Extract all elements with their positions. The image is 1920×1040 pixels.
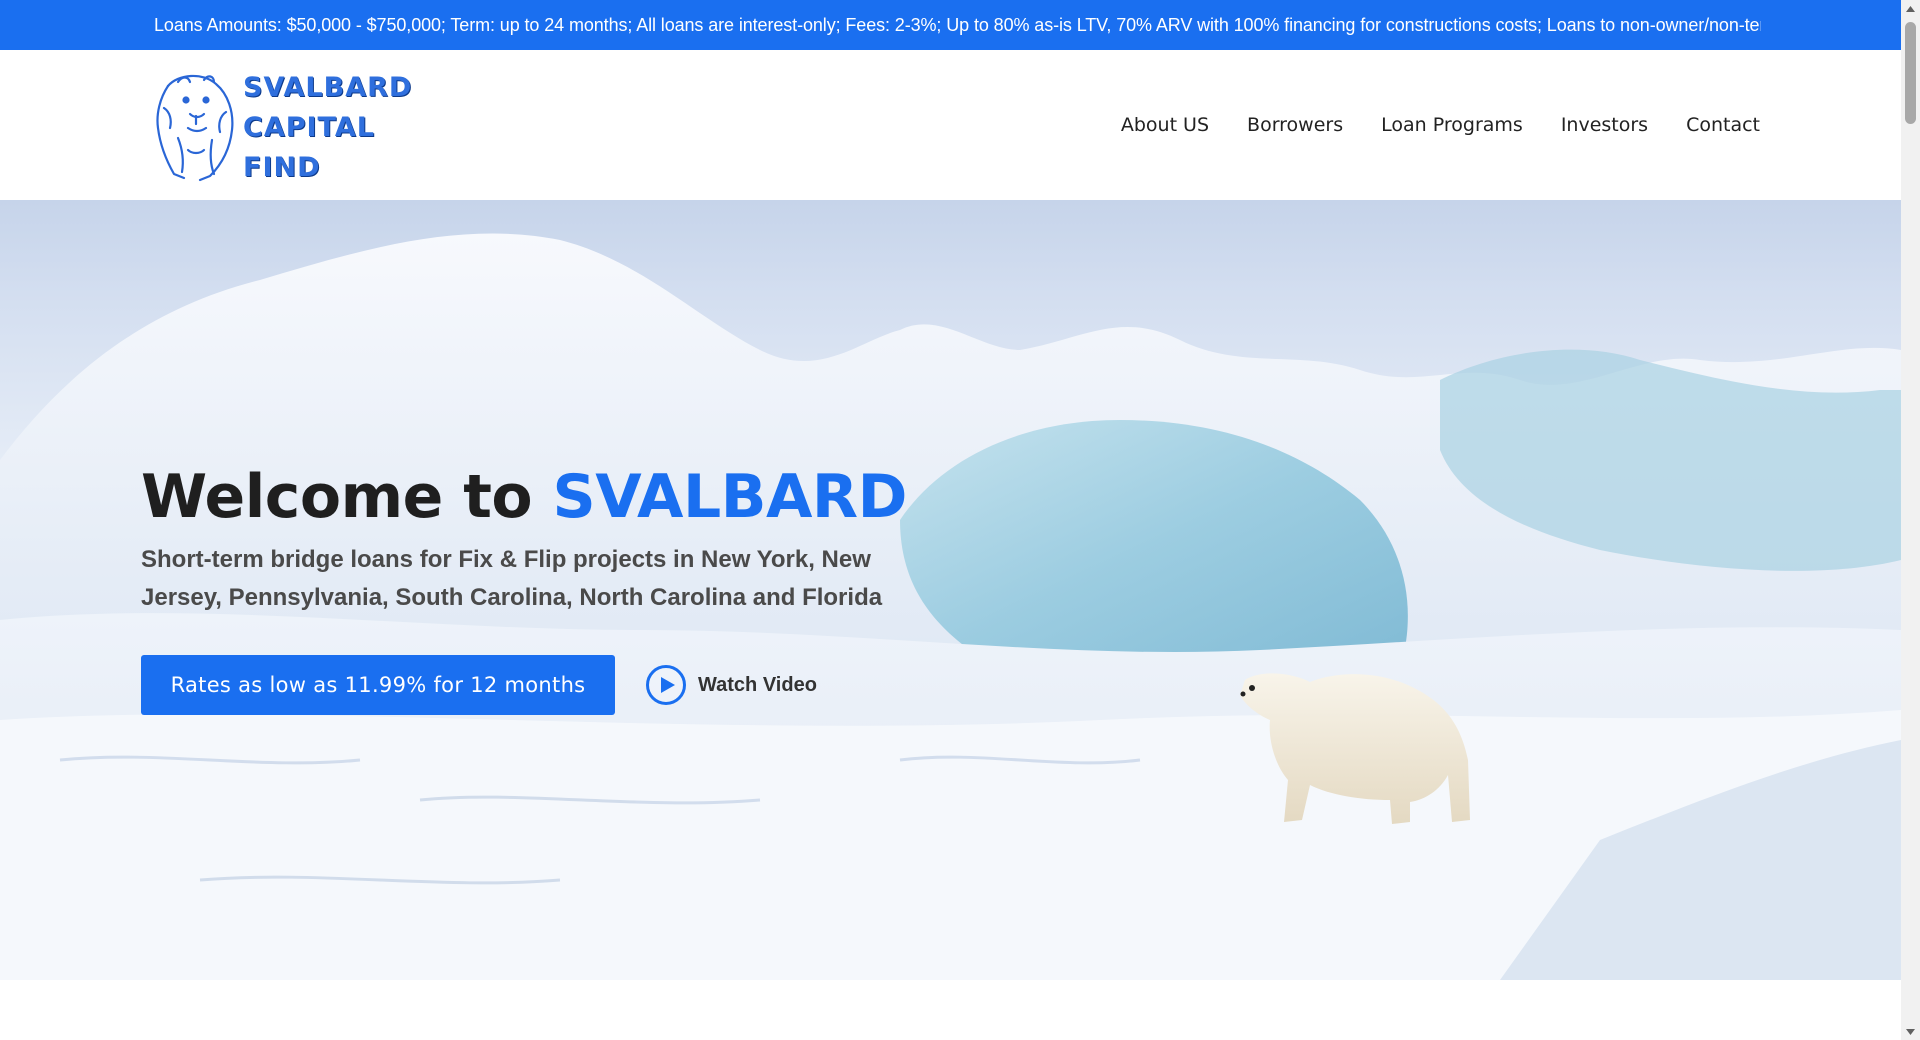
- hero-section: Welcome to SVALBARD Short-term bridge lo…: [0, 200, 1901, 980]
- watch-video-button[interactable]: Watch Video: [646, 664, 817, 706]
- logo-text-line3: FIND: [243, 152, 321, 183]
- logo-text-line2: CAPITAL: [243, 112, 375, 143]
- nav-loan-programs[interactable]: Loan Programs: [1381, 114, 1523, 136]
- scrollbar-thumb[interactable]: [1905, 22, 1916, 124]
- hero-title: Welcome to SVALBARD: [141, 462, 907, 532]
- page-scrollbar[interactable]: [1901, 0, 1920, 1040]
- hero-title-prefix: Welcome to: [141, 462, 553, 532]
- nav-investors[interactable]: Investors: [1561, 114, 1648, 136]
- ticker-text: Loans Amounts: $50,000 - $750,000; Term:…: [154, 15, 1761, 35]
- watch-video-label: Watch Video: [698, 673, 817, 696]
- hero-title-accent: SVALBARD: [552, 462, 907, 532]
- main-nav: About US Borrowers Loan Programs Investo…: [1083, 50, 1760, 200]
- polar-bear-icon: [156, 74, 234, 182]
- scroll-up-arrow-icon[interactable]: [1901, 0, 1920, 17]
- announcement-ticker: Loans Amounts: $50,000 - $750,000; Term:…: [0, 0, 1901, 50]
- site-header: SVALBARD CAPITAL FIND About US Borrowers…: [0, 50, 1901, 200]
- scroll-down-arrow-icon[interactable]: [1901, 1023, 1920, 1040]
- site-logo[interactable]: SVALBARD CAPITAL FIND: [148, 68, 418, 184]
- hero-subtitle: Short-term bridge loans for Fix & Flip p…: [141, 546, 883, 611]
- nav-contact[interactable]: Contact: [1686, 114, 1760, 136]
- play-icon: [646, 665, 686, 705]
- nav-borrowers[interactable]: Borrowers: [1247, 114, 1343, 136]
- nav-about-us[interactable]: About US: [1121, 114, 1209, 136]
- rates-cta-button[interactable]: Rates as low as 11.99% for 12 months: [141, 655, 615, 715]
- logo-text-line1: SVALBARD: [243, 72, 413, 103]
